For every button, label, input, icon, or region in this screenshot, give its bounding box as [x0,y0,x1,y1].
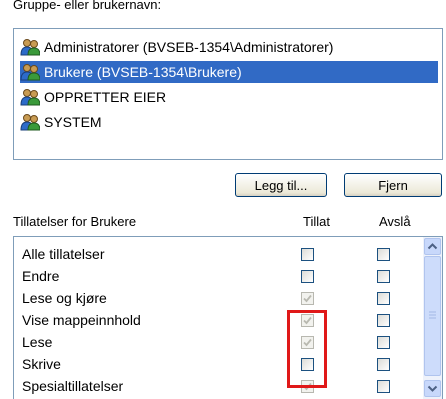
deny-checkbox[interactable] [377,336,390,349]
user-group-icon [20,39,40,56]
chevron-up-icon [427,243,438,250]
permission-label: Spesialtillatelser [22,378,124,394]
deny-checkbox[interactable] [377,314,390,327]
allow-checkbox [301,292,314,305]
checkmark-icon [303,294,312,303]
deny-checkbox[interactable] [377,380,390,393]
permission-label: Lese og kjøre [22,290,107,306]
permission-row: Vise mappeinnhold [14,310,422,332]
deny-checkbox[interactable] [377,270,390,283]
user-group-icon [20,89,40,106]
scroll-up-button[interactable] [424,238,441,255]
allow-checkbox[interactable] [301,248,314,261]
group-item-label: OPPRETTER EIER [44,89,167,105]
permission-row: Alle tillatelser [14,244,422,266]
permission-label: Lese [22,334,53,350]
remove-button[interactable]: Fjern [344,173,442,197]
user-group-icon [20,114,40,131]
permission-row: Spesialtillatelser [14,376,422,398]
permission-label: Vise mappeinnhold [22,312,141,328]
group-item-label: Brukere (BVSEB-1354\Brukere) [44,64,242,80]
permissions-title: Tillatelser for Brukere [13,214,137,229]
group-item-brukere[interactable]: Brukere (BVSEB-1354\Brukere) [20,61,438,83]
permission-row: Lese [14,332,422,354]
deny-checkbox[interactable] [377,358,390,371]
allow-checkbox[interactable] [301,270,314,283]
chevron-down-icon [427,385,438,392]
permission-label: Alle tillatelser [22,246,105,262]
permission-row: Endre [14,266,422,288]
permission-row: Lese og kjøre [14,288,422,310]
user-group-icon [20,64,40,81]
group-item-administratorer[interactable]: Administratorer (BVSEB-1354\Administrato… [20,36,438,58]
permission-label: Endre [22,268,60,284]
group-item-label: SYSTEM [44,114,102,130]
scroll-down-button[interactable] [424,380,441,397]
group-list-label: Gruppe- eller brukernavn: [13,0,162,12]
permission-row: Skrive [14,354,422,376]
vertical-scrollbar[interactable] [423,237,442,399]
add-button[interactable]: Legg til... [235,173,327,197]
scroll-thumb[interactable] [424,256,441,376]
highlight-box [287,310,327,388]
group-item-system[interactable]: SYSTEM [20,111,438,133]
permission-label: Skrive [22,356,61,372]
group-user-list[interactable]: Administratorer (BVSEB-1354\Administrato… [13,28,443,160]
deny-checkbox[interactable] [377,292,390,305]
group-item-label: Administratorer (BVSEB-1354\Administrato… [44,39,334,55]
group-item-oppretter-eier[interactable]: OPPRETTER EIER [20,86,438,108]
grip-icon [429,311,436,319]
permissions-list: Alle tillatelser Endre Lese og kjøre Vise m… [13,236,443,399]
deny-checkbox[interactable] [377,248,390,261]
allow-column-header: Tillat [303,214,330,229]
deny-column-header: Avslå [379,214,411,229]
